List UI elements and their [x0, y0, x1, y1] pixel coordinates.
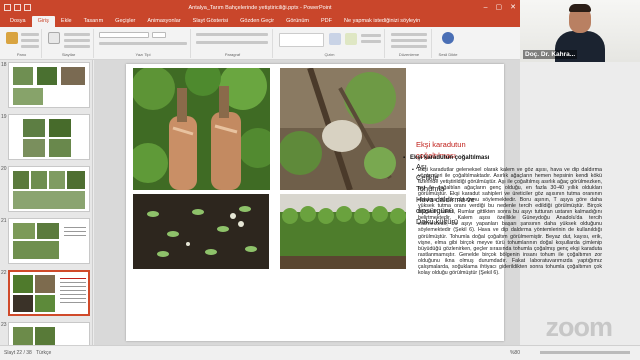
find-button[interactable] [391, 33, 427, 36]
select-button[interactable] [391, 45, 427, 48]
align-buttons[interactable] [196, 41, 268, 44]
paste-icon[interactable] [6, 32, 18, 44]
zoom-level[interactable]: %80 [510, 346, 520, 360]
reset-button[interactable] [64, 39, 90, 42]
tab-giris[interactable]: Giriş [31, 16, 55, 27]
tab-gecisler[interactable]: Geçişler [109, 16, 141, 27]
body-paragraph: Ekşi karadutlar geleneksel olarak kalem … [412, 167, 602, 276]
arrange-icon[interactable] [329, 33, 341, 45]
window-title: Antalya_Tarım Bahçelerinde yetiştiricili… [188, 5, 332, 11]
slide-thumbnail[interactable] [8, 114, 90, 160]
ribbon-group-pano: Pano [2, 29, 42, 58]
shapes-gallery[interactable] [279, 33, 324, 47]
shape-fill-button[interactable] [361, 34, 381, 37]
thumbnail-number: 21 [1, 218, 7, 224]
ribbon-group-duzenleme: Düzenleme [387, 29, 432, 58]
tab-pdf[interactable]: PDF [315, 16, 338, 27]
title-bar: Antalya_Tarım Bahçelerinde yetiştiricili… [0, 0, 520, 16]
thumbnail-number: 20 [1, 166, 7, 172]
thumbnail-number: 18 [1, 62, 7, 68]
list-buttons[interactable] [196, 33, 268, 36]
microphone-icon[interactable] [442, 32, 454, 44]
layout-button[interactable] [64, 33, 90, 36]
slide-thumbnail[interactable] [8, 62, 90, 108]
presenter-hair [569, 4, 591, 12]
slide-thumbnail[interactable] [8, 322, 90, 345]
slide-thumbnail-selected[interactable] [8, 270, 90, 316]
tab-gorunum[interactable]: Görünüm [280, 16, 315, 27]
tell-me-search[interactable]: Ne yapmak istediğinizi söyleyin [338, 16, 426, 27]
thumbnail-number: 19 [1, 114, 7, 120]
thumbnail-number: 22 [1, 270, 7, 276]
copy-icon[interactable] [21, 39, 39, 42]
zoom-slider[interactable] [540, 351, 630, 354]
presenter-video-tile[interactable]: Doç. Dr. Kahra... [520, 0, 640, 62]
font-size-select[interactable] [152, 32, 166, 38]
window-controls: – ▢ ✕ [484, 0, 516, 16]
ribbon-tabs: Dosya Giriş Ekle Tasarım Geçişler Animas… [0, 16, 520, 27]
powerpoint-window: Antalya_Tarım Bahçelerinde yetiştiricili… [0, 0, 640, 360]
presenter-name: Doç. Dr. Kahra... [523, 50, 578, 59]
nursery-saplings-photo[interactable] [280, 194, 406, 269]
slide-thumbnail[interactable] [8, 218, 90, 264]
tab-dosya[interactable]: Dosya [4, 16, 32, 27]
bullet-title: Ekşi karadutun çoğaltılması [403, 155, 489, 161]
ribbon-group-yazi-tipi: Yazı Tipi [96, 29, 191, 58]
quick-styles-icon[interactable] [345, 33, 357, 45]
font-format-buttons[interactable] [99, 42, 187, 45]
tab-animasyonlar[interactable]: Animasyonlar [141, 16, 186, 27]
new-slide-icon[interactable] [48, 32, 60, 44]
replace-button[interactable] [391, 39, 427, 42]
shape-outline-button[interactable] [361, 40, 381, 43]
cut-icon[interactable] [21, 33, 39, 36]
close-button[interactable]: ✕ [510, 0, 516, 16]
maximize-button[interactable]: ▢ [496, 0, 503, 16]
section-button[interactable] [64, 45, 90, 48]
slide-thumbnail[interactable] [8, 166, 90, 212]
air-layering-photo[interactable] [280, 68, 406, 190]
slide-thumbnail-pane[interactable]: 18 19 20 21 22 23 [0, 60, 93, 345]
tab-tasarim[interactable]: Tasarım [78, 16, 110, 27]
thumbnail-number: 23 [1, 322, 7, 328]
ribbon-group-sesli-dikte: Sesli Dikte [434, 29, 462, 58]
ribbon-group-paragraf: Paragraf [193, 29, 273, 58]
slide-counter: Slayt 22 / 38 Türkçe [4, 350, 52, 356]
tab-gozden-gecir[interactable]: Gözden Geçir [234, 16, 280, 27]
font-name-select[interactable] [99, 32, 149, 38]
zoom-watermark: zoom [545, 312, 613, 342]
status-bar: Slayt 22 / 38 Türkçe %80 [0, 345, 640, 360]
format-painter-icon[interactable] [21, 45, 39, 48]
ribbon-panel: Pano Slaytlar Yazı Tipi Paragraf Çizim D… [0, 27, 520, 60]
tab-slayt-gosterisi[interactable]: Slayt Gösterisi [187, 16, 234, 27]
minimize-button[interactable]: – [484, 0, 488, 16]
grafted-trunk-photo[interactable] [133, 68, 270, 190]
seedlings-soil-photo[interactable] [133, 194, 269, 269]
ribbon-group-slaytlar: Slaytlar [44, 29, 94, 58]
tab-ekle[interactable]: Ekle [55, 16, 78, 27]
ribbon-group-cizim: Çizim [275, 29, 385, 58]
